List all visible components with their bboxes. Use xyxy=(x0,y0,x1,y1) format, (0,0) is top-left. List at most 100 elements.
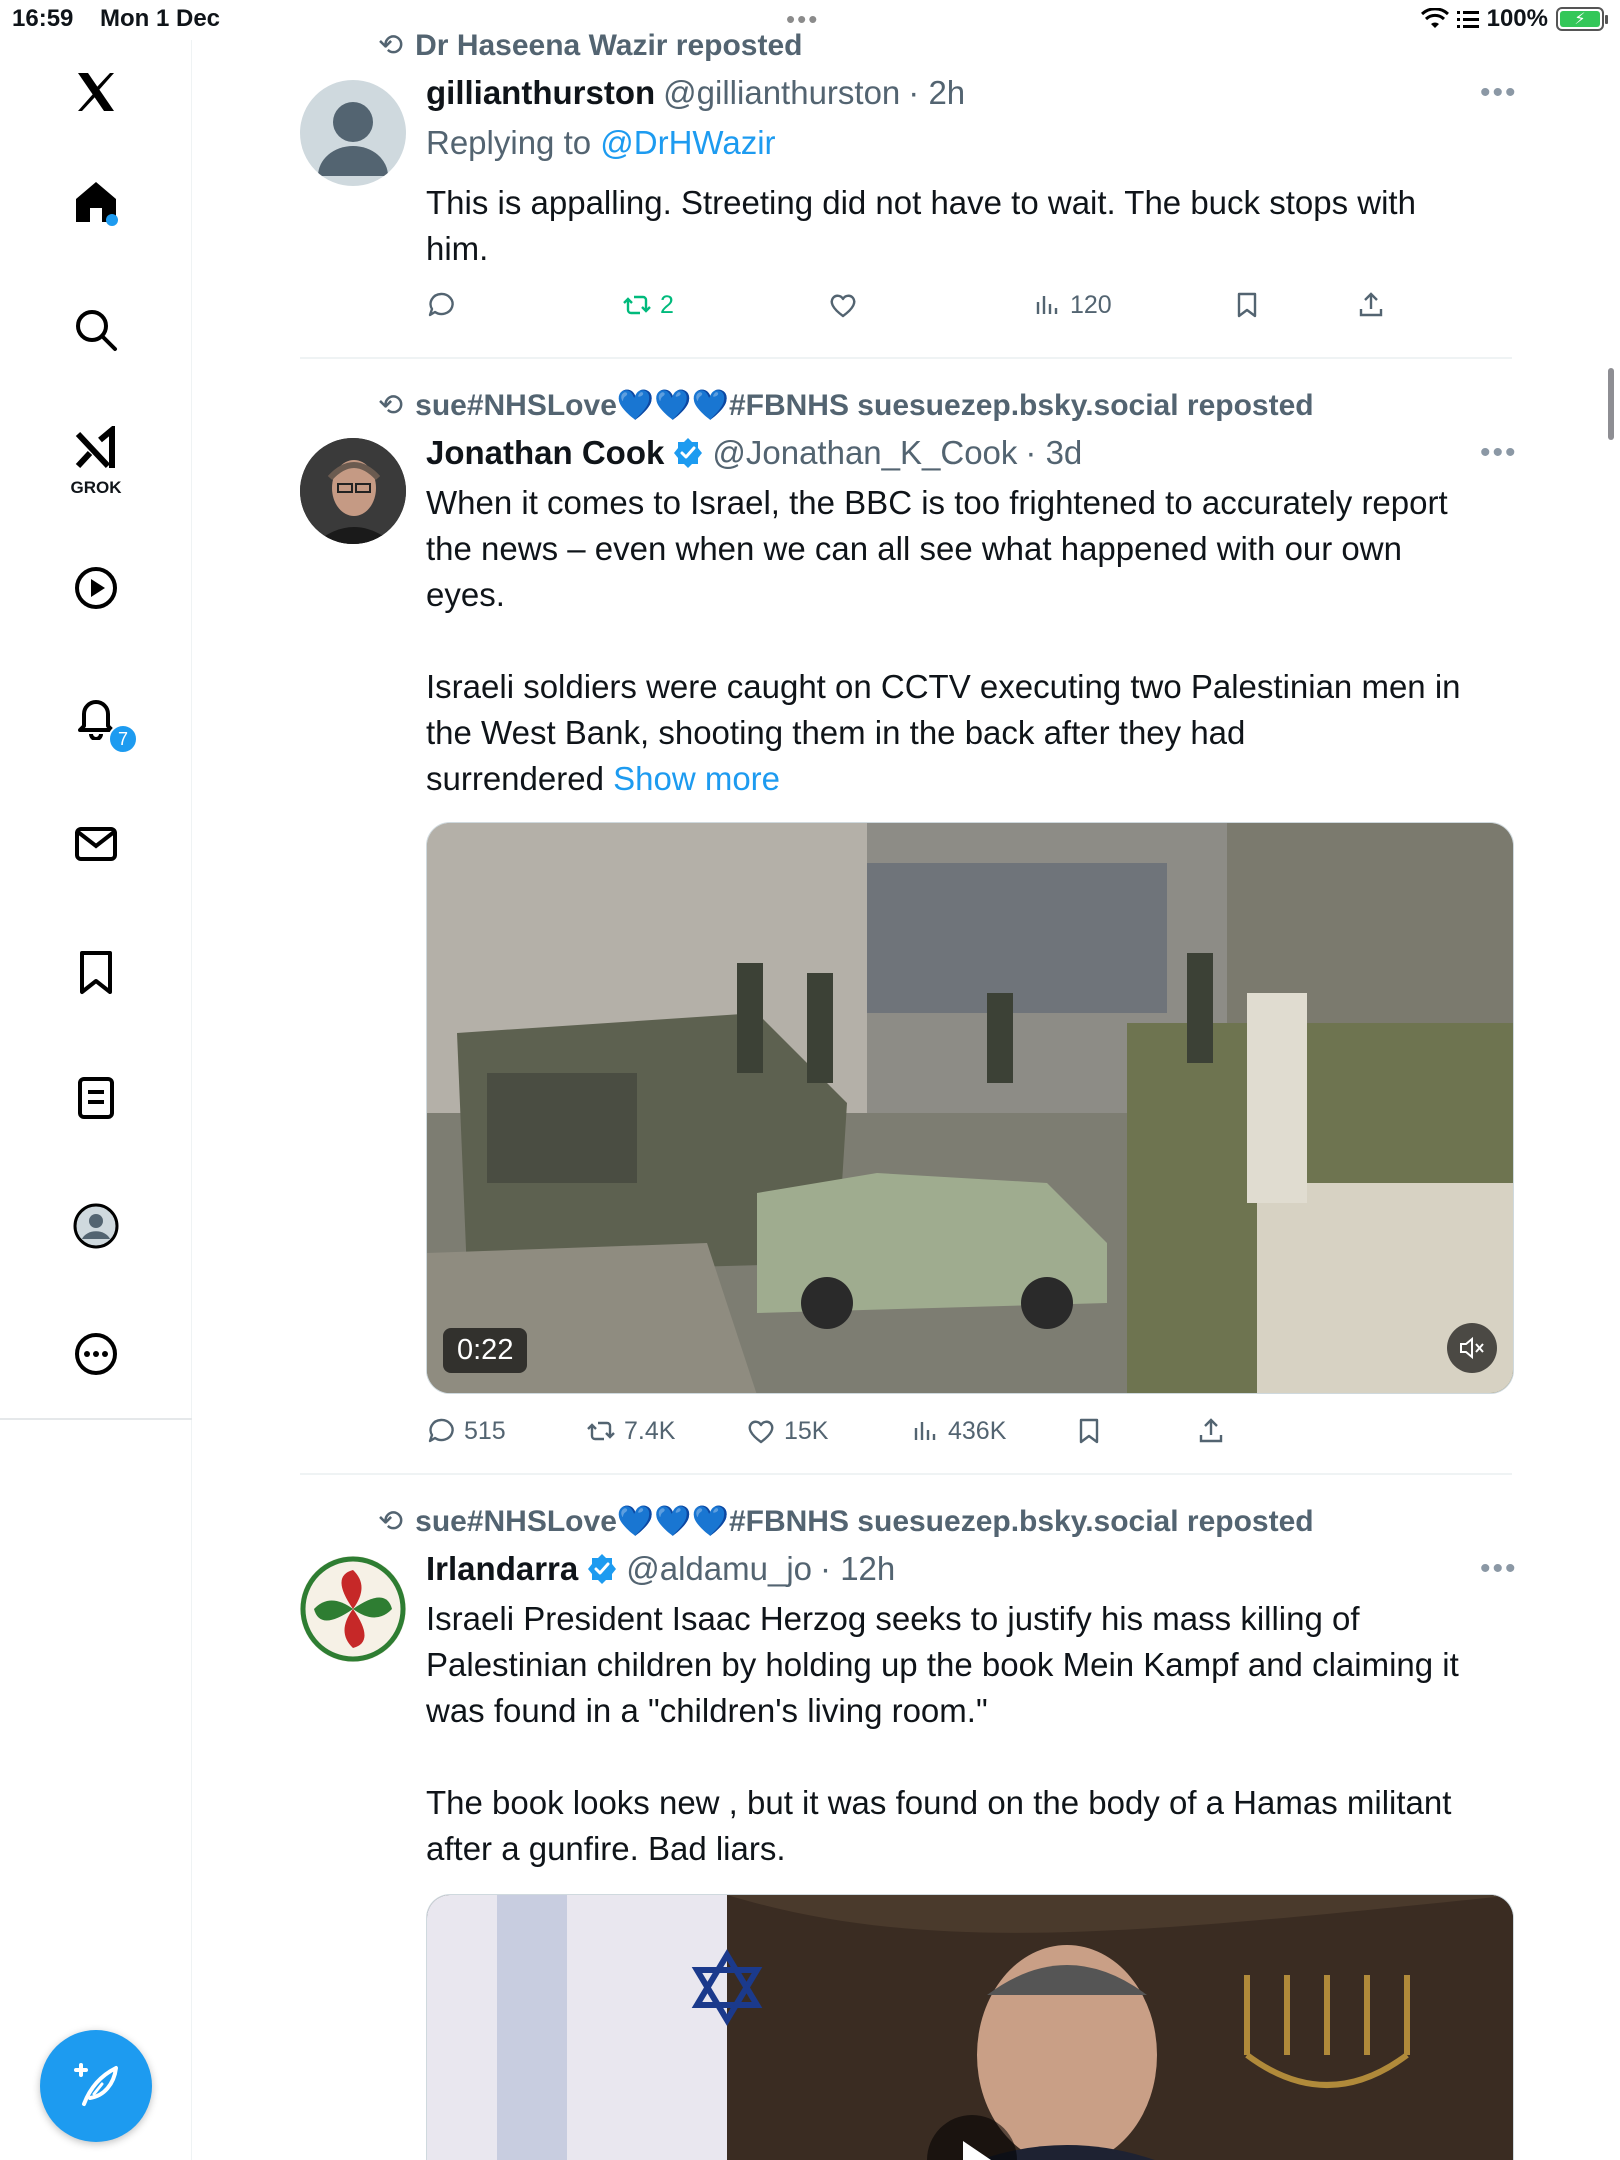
share-button[interactable] xyxy=(1196,1416,1226,1446)
replying-to: Replying to @DrHWazir xyxy=(426,124,776,162)
bookmark-icon xyxy=(1237,292,1257,318)
repost-header-text: sue#NHSLove💙💙💙#FBNHS suesuezep.bsky.soci… xyxy=(415,388,1313,423)
repost-button[interactable]: 2 xyxy=(622,290,674,320)
post-divider xyxy=(300,1473,1512,1475)
post-text-line: eyes. xyxy=(426,576,505,613)
views-count: 120 xyxy=(1070,290,1112,319)
avatar[interactable] xyxy=(300,1556,406,1662)
bookmark-button[interactable] xyxy=(1232,290,1262,320)
messages-icon[interactable] xyxy=(68,816,124,872)
post-text: This is appalling. Streeting did not hav… xyxy=(426,180,1516,272)
status-bar: 16:59 Mon 1 Dec ••• 100% ⚡ xyxy=(0,0,1620,40)
repost-header[interactable]: ⟲ sue#NHSLove💙💙💙#FBNHS suesuezep.bsky.so… xyxy=(378,1504,1314,1539)
repost-icon xyxy=(623,295,651,315)
sidebar: GROK 7 xyxy=(0,40,192,2160)
mute-button[interactable] xyxy=(1447,1323,1497,1373)
post-text-line: This is appalling. Streeting did not hav… xyxy=(426,184,1416,221)
post-more-icon[interactable]: ••• xyxy=(1480,76,1518,110)
user-handle[interactable]: @Jonathan_K_Cook xyxy=(712,434,1017,472)
reply-icon xyxy=(428,292,454,317)
post-time[interactable]: · 2h xyxy=(908,74,965,112)
share-icon xyxy=(1199,1418,1223,1443)
repost-small-icon: ⟲ xyxy=(378,1505,404,1538)
avatar[interactable] xyxy=(300,80,406,186)
list-icon xyxy=(1456,11,1479,28)
like-button[interactable]: 15K xyxy=(746,1416,828,1446)
play-button[interactable] xyxy=(927,2115,1017,2160)
battery-percent: 100% xyxy=(1486,5,1548,32)
post-header: gillianthurston @gillianthurston · 2h xyxy=(426,74,965,112)
post-text-line: after a gunfire. Bad liars. xyxy=(426,1830,786,1867)
post-text: When it comes to Israel, the BBC is too … xyxy=(426,480,1516,802)
views-button[interactable]: 120 xyxy=(1032,290,1112,320)
user-handle[interactable]: @aldamu_jo xyxy=(626,1550,812,1588)
verified-badge-icon xyxy=(674,438,703,468)
post-text-line: surrendered Show more xyxy=(426,756,1516,802)
scrollbar-thumb[interactable] xyxy=(1608,368,1614,440)
views-count: 436K xyxy=(948,1416,1007,1445)
views-button[interactable]: 436K xyxy=(910,1416,1006,1446)
post-divider xyxy=(300,357,1512,359)
post-text-line: The book looks new , but it was found on… xyxy=(426,1784,1452,1821)
repost-header[interactable]: ⟲ Dr Haseena Wazir reposted xyxy=(378,28,803,63)
post-actions: 2 120 xyxy=(426,290,1426,330)
post-text-line: Israeli President Isaac Herzog seeks to … xyxy=(426,1600,1360,1637)
repost-button[interactable]: 7.4K xyxy=(586,1416,675,1446)
video-player[interactable] xyxy=(426,1894,1514,2160)
post-more-icon[interactable]: ••• xyxy=(1480,1552,1518,1586)
reposted-by-prefix: sue#NHSLove xyxy=(415,1505,617,1538)
status-right: 100% ⚡ xyxy=(1420,5,1608,33)
profile-icon[interactable] xyxy=(68,1198,124,1254)
lists-icon[interactable] xyxy=(68,1070,124,1126)
reposted-by-suffix: #FBNHS suesuezep.bsky.social reposted xyxy=(728,389,1314,422)
repost-count: 2 xyxy=(660,290,674,319)
compose-post-button[interactable] xyxy=(40,2030,152,2142)
video-duration: 0:22 xyxy=(443,1328,528,1373)
post-time[interactable]: · 3d xyxy=(1025,434,1082,472)
post-text-line: Israeli soldiers were caught on CCTV exe… xyxy=(426,668,1461,705)
display-name[interactable]: gillianthurston xyxy=(426,74,655,112)
post-time[interactable]: · 12h xyxy=(820,1550,895,1588)
replying-to-link[interactable]: @DrHWazir xyxy=(600,124,775,161)
bookmark-button[interactable] xyxy=(1074,1416,1104,1446)
bookmarks-icon[interactable] xyxy=(68,944,124,1000)
post-text-line: him. xyxy=(426,230,489,267)
battery-icon: ⚡ xyxy=(1556,7,1608,31)
display-name[interactable]: Jonathan Cook xyxy=(426,434,664,472)
heart-icon xyxy=(748,1420,774,1444)
x-logo-icon[interactable] xyxy=(68,64,124,120)
blue-heart-icon: 💙💙💙 xyxy=(616,1505,729,1538)
repost-small-icon: ⟲ xyxy=(378,389,404,422)
video-thumbnail xyxy=(427,823,1513,1393)
repost-icon xyxy=(587,1421,615,1441)
status-date: Mon 1 Dec xyxy=(100,5,221,32)
display-name[interactable]: Irlandarra xyxy=(426,1550,578,1588)
post-text: Israeli President Isaac Herzog seeks to … xyxy=(426,1596,1516,1872)
search-icon[interactable] xyxy=(68,302,124,358)
post-text-fragment: surrendered xyxy=(426,760,604,797)
reply-icon xyxy=(428,1418,454,1443)
reply-button[interactable] xyxy=(426,290,456,320)
repost-count: 7.4K xyxy=(624,1416,676,1445)
bookmark-icon xyxy=(1079,1418,1099,1444)
avatar[interactable] xyxy=(300,438,406,544)
more-options-icon[interactable] xyxy=(68,1326,124,1382)
reply-button[interactable]: 515 xyxy=(426,1416,506,1446)
compose-feather-icon xyxy=(74,2063,118,2106)
post-text-line: the news – even when we can all see what… xyxy=(426,530,1402,567)
like-count: 15K xyxy=(784,1416,829,1445)
video-icon[interactable] xyxy=(68,560,124,616)
post-more-icon[interactable]: ••• xyxy=(1480,436,1518,470)
grok-icon[interactable] xyxy=(68,422,124,478)
show-more-link[interactable]: Show more xyxy=(613,760,780,797)
share-button[interactable] xyxy=(1356,290,1386,320)
user-handle[interactable]: @gillianthurston xyxy=(663,74,900,112)
share-icon xyxy=(1359,292,1383,317)
repost-header[interactable]: ⟲ sue#NHSLove💙💙💙#FBNHS suesuezep.bsky.so… xyxy=(378,388,1314,423)
video-player[interactable]: 0:22 xyxy=(426,822,1514,1394)
sidebar-divider xyxy=(0,1418,192,1420)
reposted-by-suffix: #FBNHS suesuezep.bsky.social reposted xyxy=(728,1505,1314,1538)
post-actions: 515 7.4K 15K 436K xyxy=(426,1416,1426,1456)
like-button[interactable] xyxy=(828,290,858,320)
reposted-by-prefix: sue#NHSLove xyxy=(415,389,617,422)
